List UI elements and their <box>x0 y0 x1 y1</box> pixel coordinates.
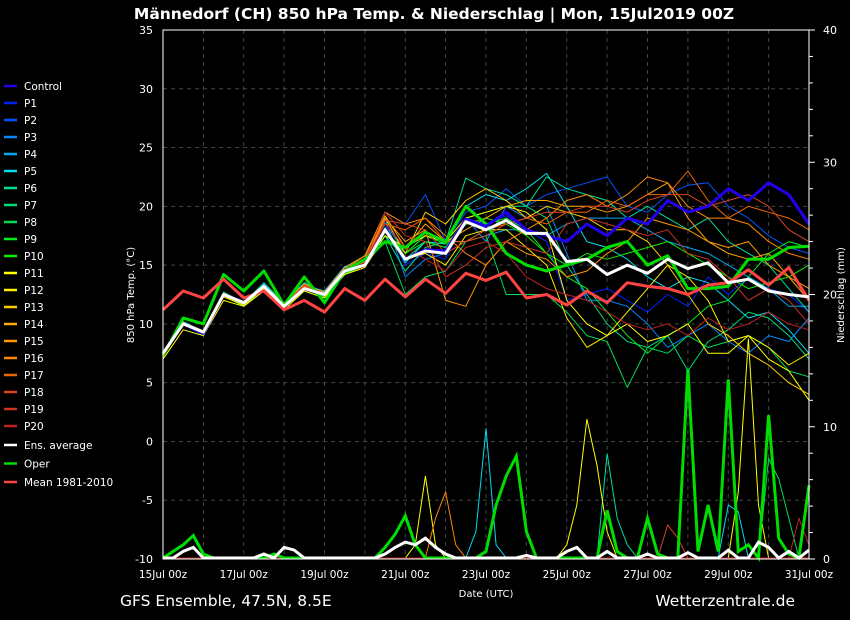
legend-label: P2 <box>24 115 37 127</box>
footer-source: GFS Ensemble, 47.5N, 8.5E <box>120 592 332 610</box>
x-tick-label: 19Jul 00z <box>300 569 349 581</box>
legend-label: P13 <box>24 302 44 314</box>
x-axis: 15Jul 00z 17Jul 00z 19Jul 00z 21Jul 00z 23Ju… <box>139 569 834 581</box>
legend-label: P11 <box>24 268 44 280</box>
legend-label: P7 <box>24 200 37 212</box>
y-tick-label: -5 <box>142 494 153 507</box>
x-axis-label: Date (UTC) <box>459 589 514 600</box>
y-tick-label: 25 <box>139 142 153 155</box>
chart-title: Männedorf (CH) 850 hPa Temp. & Niedersch… <box>134 5 734 24</box>
y-tick-label: 15 <box>139 259 153 272</box>
y-tick-label: 20 <box>139 200 153 213</box>
x-tick-label: 29Jul 00z <box>704 569 753 581</box>
y2-axis-label: Niederschlag (mm) <box>836 247 847 343</box>
y2-tick-label: 0 <box>823 553 830 566</box>
y2-tick-label: 30 <box>823 156 837 169</box>
legend-label: P1 <box>24 98 37 110</box>
y-tick-label: -10 <box>135 553 153 566</box>
legend-label: P15 <box>24 336 44 348</box>
x-tick-label: 31Jul 00z <box>785 569 834 581</box>
legend-label: P12 <box>24 285 44 297</box>
y-axis-label: 850 hPa Temp. (°C) <box>126 247 137 343</box>
ensemble-chart: Männedorf (CH) 850 hPa Temp. & Niedersch… <box>4 5 847 610</box>
legend-label: P6 <box>24 183 37 195</box>
legend-label: P16 <box>24 353 44 365</box>
y2-tick-label: 40 <box>823 24 837 37</box>
legend-label: Ens. average <box>24 440 92 452</box>
legend-label: P20 <box>24 421 44 433</box>
legend-label: P8 <box>24 217 37 229</box>
y-tick-label: 10 <box>139 318 153 331</box>
x-tick-label: 17Jul 00z <box>220 569 269 581</box>
legend-label: Oper <box>24 459 50 471</box>
legend-label: P9 <box>24 234 37 246</box>
legend-label: P14 <box>24 319 44 331</box>
y2-tick-label: 20 <box>823 289 837 302</box>
y-tick-label: 35 <box>139 24 153 37</box>
x-tick-label: 23Jul 00z <box>462 569 511 581</box>
y-axis-right: 40 30 20 10 0 <box>809 24 837 566</box>
x-tick-label: 25Jul 00z <box>543 569 592 581</box>
legend-label: P19 <box>24 404 44 416</box>
y2-tick-label: 10 <box>823 421 837 434</box>
legend-label: Control <box>24 81 62 93</box>
legend-label: Mean 1981-2010 <box>24 477 113 489</box>
legend-label: P5 <box>24 166 37 178</box>
footer-brand: Wetterzentrale.de <box>655 592 795 610</box>
y-tick-label: 5 <box>146 377 153 390</box>
legend-label: P10 <box>24 251 44 263</box>
y-axis-left: 35 30 25 20 15 10 5 0 -5 -10 <box>135 24 153 566</box>
legend-label: P18 <box>24 387 44 399</box>
legend-label: P17 <box>24 370 44 382</box>
legend-label: P4 <box>24 149 37 161</box>
temp-lines <box>161 170 811 401</box>
x-tick-label: 21Jul 00z <box>381 569 430 581</box>
legend: Control P1 P2 P3 P4 P5 P6 P7 P8 P9 P10 P11 P12 P13 P14… <box>4 81 113 489</box>
legend-label: P3 <box>24 132 37 144</box>
x-tick-label: 27Jul 00z <box>623 569 672 581</box>
y-tick-label: 0 <box>146 435 153 448</box>
y-tick-label: 30 <box>139 83 153 96</box>
x-tick-label: 15Jul 00z <box>139 569 188 581</box>
